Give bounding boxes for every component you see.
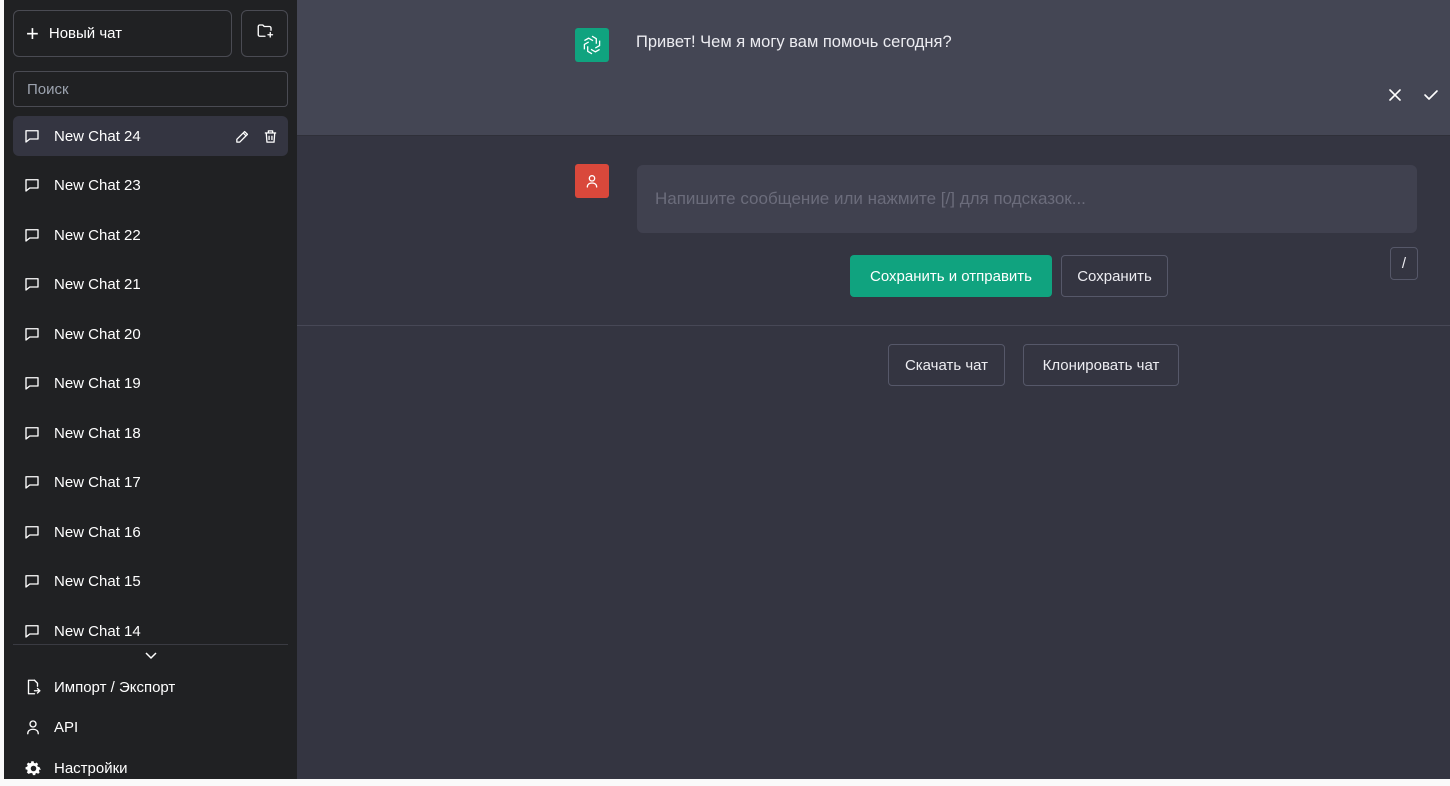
user-avatar-icon — [575, 164, 609, 198]
chat-item-label: New Chat 15 — [54, 572, 141, 590]
chat-item-label: New Chat 22 — [54, 226, 141, 244]
sidebar: + Новый чат New Chat 24 — [4, 0, 297, 779]
close-icon[interactable] — [1386, 86, 1404, 104]
chat-item-label: New Chat 16 — [54, 523, 141, 541]
user-icon — [23, 717, 43, 737]
assistant-message-row: Привет! Чем я могу вам помочь сегодня? — [297, 0, 1450, 136]
chat-item-new-chat-20[interactable]: New Chat 20 — [13, 314, 288, 354]
search-input[interactable] — [13, 71, 288, 107]
import-export-label: Импорт / Экспорт — [54, 678, 176, 696]
chat-item-new-chat-17[interactable]: New Chat 17 — [13, 462, 288, 502]
gear-icon — [23, 758, 43, 778]
api-label: API — [54, 718, 79, 736]
new-chat-button[interactable]: + Новый чат — [13, 10, 232, 57]
message-icon — [23, 175, 43, 195]
chat-item-new-chat-16[interactable]: New Chat 16 — [13, 512, 288, 552]
message-icon — [23, 571, 43, 591]
chat-item-label: New Chat 20 — [54, 325, 141, 343]
chat-item-label: New Chat 18 — [54, 424, 141, 442]
chat-item-label: New Chat 14 — [54, 622, 141, 640]
pencil-icon[interactable] — [232, 126, 252, 146]
chat-item-new-chat-22[interactable]: New Chat 22 — [13, 215, 288, 255]
import-export-button[interactable]: Импорт / Экспорт — [13, 669, 288, 705]
clone-chat-button[interactable]: Клонировать чат — [1023, 344, 1179, 386]
chat-list: New Chat 24 New Chat 23 New Chat 22 New … — [13, 116, 288, 644]
message-icon — [23, 324, 43, 344]
app-window: + Новый чат New Chat 24 — [4, 0, 1450, 779]
chat-item-new-chat-23[interactable]: New Chat 23 — [13, 165, 288, 205]
plus-icon: + — [26, 20, 39, 46]
new-chat-label: Новый чат — [48, 25, 123, 42]
sidebar-divider — [13, 644, 288, 645]
chat-item-new-chat-14[interactable]: New Chat 14 — [13, 611, 288, 644]
message-icon — [23, 621, 43, 641]
main-area: Привет! Чем я могу вам помочь сегодня? С… — [297, 0, 1450, 779]
file-export-icon — [23, 677, 43, 697]
prompt-shortcut-button[interactable]: / — [1390, 247, 1418, 280]
trash-icon[interactable] — [260, 126, 280, 146]
chat-item-label: New Chat 19 — [54, 374, 141, 392]
assistant-message-text: Привет! Чем я могу вам помочь сегодня? — [636, 33, 952, 51]
message-icon — [23, 225, 43, 245]
folder-plus-icon — [256, 22, 274, 45]
check-icon[interactable] — [1422, 86, 1440, 104]
settings-label: Настройки — [54, 759, 128, 777]
new-folder-button[interactable] — [241, 10, 288, 57]
chat-item-new-chat-18[interactable]: New Chat 18 — [13, 413, 288, 453]
download-chat-button[interactable]: Скачать чат — [888, 344, 1005, 386]
message-icon — [23, 472, 43, 492]
chat-item-new-chat-19[interactable]: New Chat 19 — [13, 363, 288, 403]
message-icon — [23, 126, 43, 146]
message-icon — [23, 423, 43, 443]
chat-item-new-chat-15[interactable]: New Chat 15 — [13, 561, 288, 601]
api-button[interactable]: API — [13, 709, 288, 745]
save-button[interactable]: Сохранить — [1061, 255, 1168, 297]
chat-item-label: New Chat 23 — [54, 176, 141, 194]
chat-item-new-chat-21[interactable]: New Chat 21 — [13, 264, 288, 304]
chat-item-label: New Chat 17 — [54, 473, 141, 491]
chat-item-label: New Chat 21 — [54, 275, 141, 293]
message-input[interactable] — [637, 165, 1417, 233]
message-icon — [23, 373, 43, 393]
chevron-down-icon[interactable] — [144, 650, 158, 662]
settings-button[interactable]: Настройки — [13, 750, 288, 786]
save-and-send-button[interactable]: Сохранить и отправить — [850, 255, 1052, 297]
openai-logo-icon — [575, 28, 609, 62]
chat-item-label: New Chat 24 — [54, 127, 141, 145]
user-message-row: Сохранить и отправить Сохранить / — [297, 137, 1450, 326]
message-icon — [23, 274, 43, 294]
chat-item-new-chat-24[interactable]: New Chat 24 — [13, 116, 288, 156]
edit-actions — [1386, 86, 1440, 104]
message-icon — [23, 522, 43, 542]
chat-item-actions — [232, 126, 280, 146]
